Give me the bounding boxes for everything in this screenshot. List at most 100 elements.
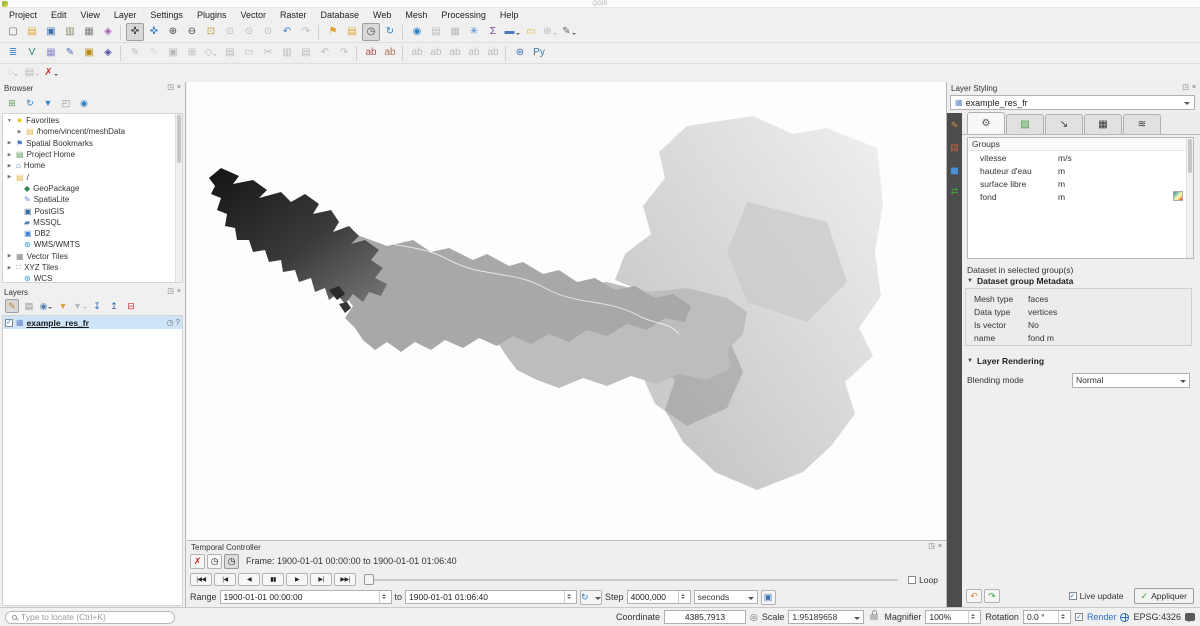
properties-widget-icon[interactable]: ◉ xyxy=(77,96,91,110)
browser-item-meshdata[interactable]: ▶ ▤ /home/vincent/meshData xyxy=(3,126,175,137)
browser-item-project-home[interactable]: ▶ ▤ Project Home xyxy=(3,149,175,160)
lock-scale-icon[interactable] xyxy=(870,614,878,620)
styling-layer-selector[interactable]: ▦ example_res_fr xyxy=(950,95,1195,110)
run-feature-action-icon[interactable]: ▤ xyxy=(427,23,445,41)
redo-icon[interactable]: ↷ xyxy=(335,44,353,62)
set-range-from-project-button[interactable]: ↻ xyxy=(580,590,602,605)
geocoder-icon[interactable]: ⊛ xyxy=(541,23,559,41)
scrollbar-thumb[interactable] xyxy=(177,115,181,163)
expander-icon[interactable]: ▶ xyxy=(6,265,13,271)
data-source-manager-icon[interactable]: ≣ xyxy=(4,44,22,62)
group-hauteur-deau[interactable]: hauteur d'eau m xyxy=(968,164,1193,177)
tab-rendering[interactable]: ▦ xyxy=(1084,114,1122,134)
groups-scrollbar[interactable] xyxy=(1186,138,1193,258)
close-icon[interactable]: × xyxy=(1192,84,1196,92)
select-features-icon[interactable]: ◌ xyxy=(4,64,22,82)
live-update-checkbox[interactable]: ✓ xyxy=(1069,592,1077,600)
expander-icon[interactable]: ▶ xyxy=(6,174,13,180)
toggle-editing-icon[interactable]: ✎ xyxy=(145,44,163,62)
menu-item[interactable]: Project xyxy=(2,9,44,22)
animated-navigation-button[interactable]: ◷ xyxy=(224,554,239,569)
collapse-all-layers-icon[interactable]: ↥ xyxy=(107,299,121,313)
layer-row-example-res-fr[interactable]: ✓ ▦ example_res_fr ◷ ? xyxy=(3,316,182,329)
text-annotation-icon[interactable]: ✎ xyxy=(560,23,578,41)
rotation-input[interactable]: 0.0 ° xyxy=(1023,610,1071,624)
refresh-browser-icon[interactable]: ↻ xyxy=(23,96,37,110)
browser-item-wcs[interactable]: ⊛ WCS xyxy=(3,273,175,283)
open-attribute-table-icon[interactable]: ▦ xyxy=(446,23,464,41)
messages-icon[interactable] xyxy=(1185,613,1195,621)
scale-combo[interactable]: 1:95189658 xyxy=(788,610,864,624)
add-raster-layer-icon[interactable]: ▦ xyxy=(42,44,60,62)
layer-diagram-icon[interactable]: ab xyxy=(381,44,399,62)
statistical-summary-icon[interactable]: Σ xyxy=(484,23,502,41)
zoom-in-icon[interactable]: ⊕ xyxy=(164,23,182,41)
locator-search-input[interactable]: Type to locate (Ctrl+K) xyxy=(5,611,175,624)
browser-item-spatialite[interactable]: ✎ SpatiaLite xyxy=(3,194,175,205)
new-bookmark-icon[interactable]: ⚑ xyxy=(324,23,342,41)
blending-mode-combo[interactable]: Normal xyxy=(1072,373,1190,388)
filter-legend-icon[interactable]: ▼ xyxy=(56,299,70,313)
fixed-range-button[interactable]: ◷ xyxy=(207,554,222,569)
coordinate-capture-icon[interactable]: ◎ xyxy=(750,612,758,623)
remove-layer-icon[interactable]: ⊟ xyxy=(124,299,138,313)
play-backward-button[interactable]: ◀ xyxy=(238,573,260,586)
deselect-all-icon[interactable]: ✗ xyxy=(42,64,60,82)
processing-toolbox-icon[interactable]: ✳ xyxy=(465,23,483,41)
expander-icon[interactable]: ▶ xyxy=(6,163,13,169)
menu-item[interactable]: Edit xyxy=(44,9,74,22)
metasearch-icon[interactable]: ⊛ xyxy=(511,44,529,62)
undock-icon[interactable]: ◳ xyxy=(1182,84,1189,92)
undo-icon[interactable]: ↶ xyxy=(316,44,334,62)
coordinate-input[interactable]: 4385,7913 xyxy=(664,610,746,624)
browser-item-mssql[interactable]: ▰ MSSQL xyxy=(3,217,175,228)
layers-icon[interactable]: ▤ xyxy=(948,141,961,154)
menu-item[interactable]: Vector xyxy=(233,9,273,22)
save-edits-icon[interactable]: ▣ xyxy=(164,44,182,62)
paintbrush-icon[interactable]: ✎ xyxy=(948,119,961,132)
menu-item[interactable]: Settings xyxy=(143,9,190,22)
new-project-icon[interactable]: ▢ xyxy=(4,23,22,41)
expander-icon[interactable]: ▶ xyxy=(6,253,13,259)
magnifier-input[interactable]: 100% xyxy=(925,610,981,624)
zoom-native-icon[interactable]: ⊡ xyxy=(202,23,220,41)
zoom-full-icon[interactable]: ⊙ xyxy=(221,23,239,41)
zoom-last-icon[interactable]: ↶ xyxy=(278,23,296,41)
loop-checkbox[interactable] xyxy=(908,576,916,584)
step-unit-combo[interactable]: seconds xyxy=(694,590,758,604)
render-checkbox[interactable]: ✓ xyxy=(1075,613,1083,621)
add-delimited-text-icon[interactable]: ✎ xyxy=(61,44,79,62)
cut-features-icon[interactable]: ✂ xyxy=(259,44,277,62)
rotate-label-icon[interactable]: ab xyxy=(465,44,483,62)
tab-general-settings[interactable]: ⚙ xyxy=(967,112,1005,134)
close-icon[interactable]: × xyxy=(177,288,181,296)
vertex-tool-icon[interactable]: ◇ xyxy=(202,44,220,62)
tab-vectors[interactable]: ↘ xyxy=(1045,114,1083,134)
change-label-icon[interactable]: ab xyxy=(484,44,502,62)
spinner[interactable] xyxy=(678,591,687,603)
range-start-input[interactable]: 1900-01-01 00:00:00 xyxy=(220,590,392,604)
arrows-icon[interactable]: ⇄ xyxy=(948,185,961,198)
range-end-input[interactable]: 1900-01-01 01:06:40 xyxy=(405,590,577,604)
browser-item-root[interactable]: ▶ ▤ / xyxy=(3,171,175,182)
group-surface-libre[interactable]: surface libre m xyxy=(968,177,1193,190)
open-layer-styling-icon[interactable]: ✎ xyxy=(5,299,19,313)
refresh-map-icon[interactable]: ↻ xyxy=(381,23,399,41)
browser-item-db2[interactable]: ▣ DB2 xyxy=(3,228,175,239)
browser-item-favorites[interactable]: ▼ ★ Favorites xyxy=(3,115,175,126)
zoom-next-icon[interactable]: ↷ xyxy=(297,23,315,41)
play-forward-button[interactable]: ▶ xyxy=(286,573,308,586)
pause-button[interactable]: ▮▮ xyxy=(262,573,284,586)
undock-icon[interactable]: ◳ xyxy=(928,543,935,551)
menu-item[interactable]: View xyxy=(74,9,107,22)
menu-item[interactable]: Web xyxy=(366,9,398,22)
map-themes-icon[interactable]: ◉ xyxy=(39,299,53,313)
highlight-labels-icon[interactable]: ab xyxy=(427,44,445,62)
collapse-all-icon[interactable]: ◰ xyxy=(59,96,73,110)
current-edits-icon[interactable]: ✎ xyxy=(126,44,144,62)
histogram-icon[interactable]: ▅ xyxy=(948,163,961,176)
expand-all-icon[interactable]: ↧ xyxy=(90,299,104,313)
apply-button[interactable]: ✓ Appliquer xyxy=(1134,588,1194,604)
zoom-out-icon[interactable]: ⊖ xyxy=(183,23,201,41)
pin-labels-icon[interactable]: ab xyxy=(408,44,426,62)
